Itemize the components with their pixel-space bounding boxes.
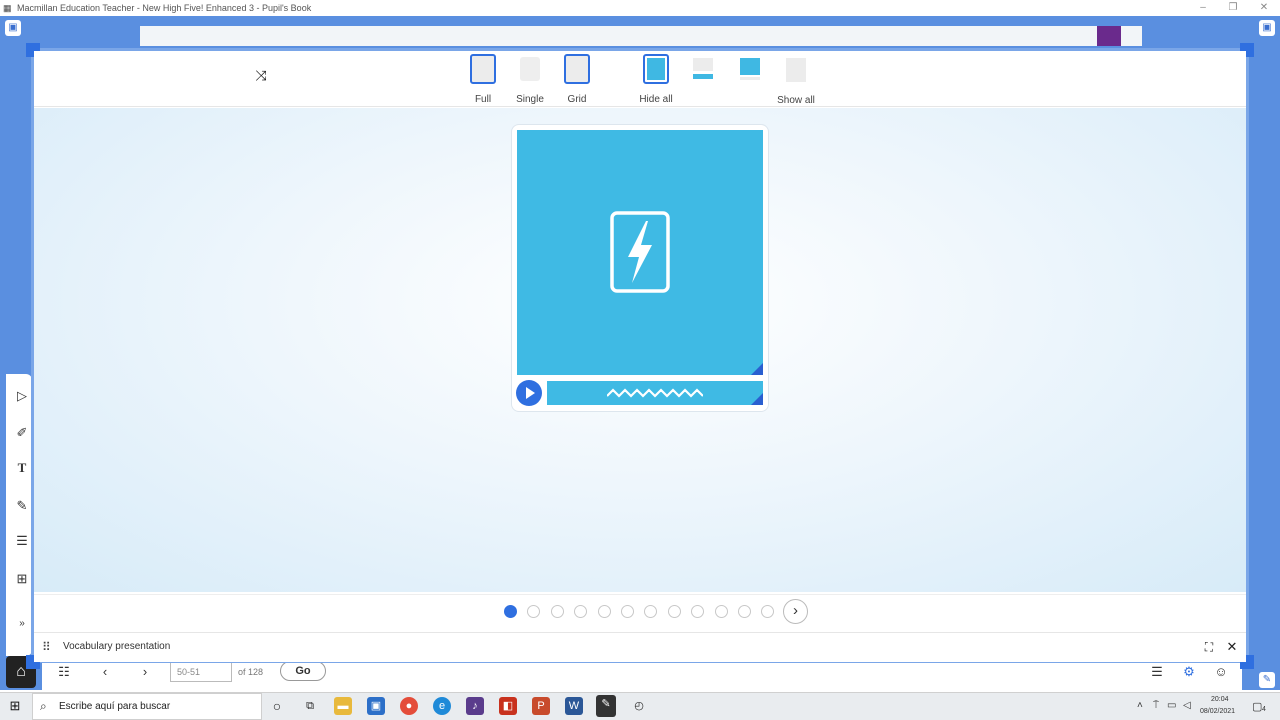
card-pagination	[34, 594, 1246, 630]
users-icon[interactable]: ☺	[1212, 664, 1230, 680]
settings-icon[interactable]: ⚙	[1180, 664, 1198, 680]
view-grid-button[interactable]: Grid	[557, 54, 597, 105]
pagination-dot[interactable]	[667, 605, 681, 618]
next-page-icon[interactable]: ›	[136, 664, 154, 680]
text-tool-icon[interactable]: T	[14, 460, 30, 476]
activity-title: Vocabulary presentation	[63, 641, 171, 652]
show-all-thumbnail	[786, 58, 806, 82]
grid-view-thumbnail	[564, 54, 590, 84]
page-count-label: of 128	[238, 667, 264, 677]
drag-handle-icon[interactable]: ⠿	[42, 640, 51, 654]
clock-app-icon[interactable]: ◴	[630, 697, 648, 715]
single-view-thumbnail	[520, 57, 540, 81]
pagination-dot[interactable]	[714, 605, 728, 618]
window-title-bar: ▦ Macmillan Education Teacher - New High…	[0, 0, 1280, 16]
resources-icon[interactable]: ☰	[1148, 664, 1166, 680]
shuffle-icon[interactable]: ⤨	[252, 66, 270, 84]
hidden-word-wave-icon	[607, 388, 703, 398]
store-icon[interactable]: ▣	[367, 697, 385, 715]
network-icon[interactable]: ▭	[1167, 700, 1176, 711]
bookmark-tab	[1097, 26, 1121, 46]
taskbar-clock-date[interactable]: 08/02/2021	[1200, 708, 1235, 715]
minimize-button[interactable]: –	[1188, 0, 1218, 16]
show-all-label: Show all	[777, 95, 815, 106]
layout-icon[interactable]: ⊞	[14, 571, 30, 587]
powerpoint-icon[interactable]: P	[532, 697, 550, 715]
right-panel-toggle-icon[interactable]: ▣	[1259, 20, 1275, 36]
view-full-label: Full	[474, 94, 492, 105]
pagination-dot[interactable]	[550, 605, 564, 618]
card-corner-fold	[751, 363, 763, 375]
volume-icon[interactable]: ◁	[1183, 700, 1191, 711]
chrome-icon[interactable]: ●	[400, 697, 418, 715]
close-window-button[interactable]: ✕	[1249, 0, 1279, 16]
previous-page-icon[interactable]: ‹	[96, 664, 114, 680]
full-view-thumbnail	[470, 54, 496, 84]
task-view-icon[interactable]: ⧉	[301, 697, 319, 715]
word-icon[interactable]: W	[565, 697, 583, 715]
expand-toolbar-icon[interactable]: »	[14, 616, 30, 632]
pagination-dot[interactable]	[504, 605, 517, 618]
pagination-dot[interactable]	[738, 605, 751, 618]
windows-start-icon[interactable]: ⊞	[6, 697, 24, 715]
book-page-strip	[140, 26, 1142, 46]
taskbar-clock-time[interactable]: 20:04	[1211, 696, 1229, 703]
macmillan-app-icon[interactable]: ✎	[596, 695, 616, 717]
reveal-word-option[interactable]	[693, 58, 713, 82]
eraser-icon[interactable]: ✐	[14, 425, 30, 441]
show-all-button[interactable]: Show all	[771, 54, 821, 106]
play-audio-button[interactable]	[516, 380, 542, 406]
pagination-dot[interactable]	[621, 605, 634, 618]
notifications-icon[interactable]: ▢	[1252, 700, 1262, 713]
thumbnails-icon[interactable]: ☷	[55, 664, 73, 680]
hide-all-label: Hide all	[639, 94, 673, 105]
pagination-dot[interactable]	[597, 605, 611, 618]
next-card-button[interactable]: ›	[783, 599, 808, 624]
fullscreen-icon[interactable]: ⛶	[1202, 640, 1216, 654]
view-single-button[interactable]: Single	[510, 54, 550, 105]
notes-icon[interactable]: ☰	[14, 533, 30, 549]
cortana-icon[interactable]: ○	[268, 697, 286, 715]
hide-all-thumbnail	[643, 54, 669, 84]
pointer-icon[interactable]: ▷	[14, 388, 30, 404]
pen-panel-icon[interactable]: ✎	[1259, 672, 1275, 688]
go-button[interactable]: Go	[280, 661, 326, 681]
edge-icon[interactable]: e	[433, 697, 451, 715]
file-explorer-icon[interactable]: ▬	[334, 697, 352, 715]
hide-all-button[interactable]: Hide all	[631, 54, 681, 105]
page-number-input[interactable]	[170, 662, 232, 682]
view-full-button[interactable]: Full	[463, 54, 503, 105]
close-modal-icon[interactable]: ✕	[1225, 640, 1239, 654]
taskbar-search-placeholder: Escribe aquí para buscar	[59, 701, 171, 712]
maximize-button[interactable]: ❐	[1218, 0, 1248, 16]
window-title: Macmillan Education Teacher - New High F…	[17, 3, 312, 13]
app-icon-7[interactable]: ♪	[466, 697, 484, 715]
flash-card-icon	[610, 211, 670, 293]
left-toolbar: ▷ ✐ T ✎ ☰ ⊞ »	[6, 374, 32, 656]
search-icon: ⌕	[40, 699, 47, 713]
word-corner-fold	[751, 393, 763, 405]
modal-footer	[34, 632, 1246, 662]
notification-count: 4	[1262, 706, 1266, 713]
left-panel-toggle-icon[interactable]: ▣	[5, 20, 21, 36]
view-grid-label: Grid	[567, 94, 587, 105]
pdf-reader-icon[interactable]: ◧	[499, 697, 517, 715]
app-icon: ▦	[3, 3, 12, 13]
tray-chevron-icon[interactable]: ˄	[1137, 700, 1143, 711]
view-single-label: Single	[516, 94, 544, 105]
microphone-icon[interactable]: ⍑	[1153, 700, 1159, 711]
reveal-picture-option[interactable]	[740, 58, 760, 82]
pen-icon[interactable]: ✎	[14, 498, 30, 514]
